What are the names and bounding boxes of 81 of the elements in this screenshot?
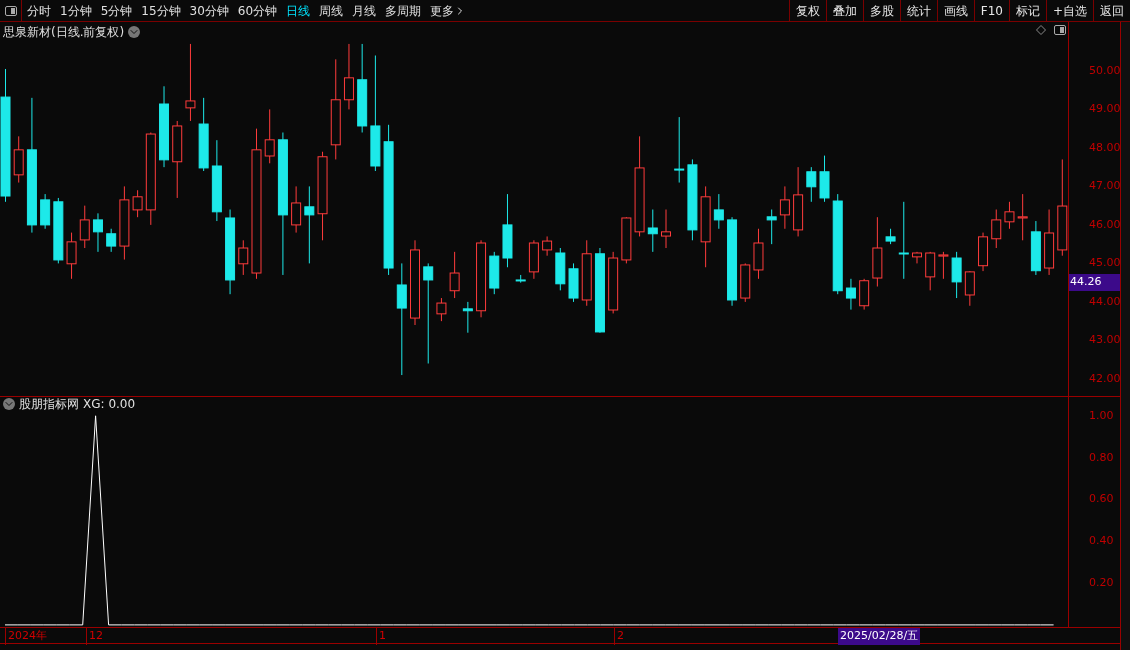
candlestick [132,189,143,218]
candlestick [436,297,447,322]
period-tab[interactable]: 15分钟 [141,1,181,20]
candlestick [1004,201,1015,230]
indicator-axis-label: 1.00 [1089,407,1114,424]
candlestick [238,239,249,276]
panel-toggle-icon[interactable] [1054,25,1066,35]
panel-toggle-icon[interactable] [4,5,17,16]
candlestick [343,43,354,110]
candlestick [396,262,407,376]
chevron-down-icon[interactable] [3,398,15,410]
period-tab[interactable]: 日线 [286,1,311,20]
indicator-axis-label: 0.20 [1089,574,1114,591]
candlestick [661,209,671,249]
candlestick [185,43,196,122]
candlestick [991,209,1002,249]
more-menu[interactable]: 更多 [430,1,467,20]
candlestick [964,270,975,307]
toolbar-button[interactable]: 返回 [1093,0,1130,21]
price-axis-label: 47.00 [1089,178,1121,195]
price-axis-label: 42.00 [1089,370,1121,387]
price-axis-label: 44.00 [1089,293,1121,310]
candlestick [951,251,962,299]
toolbar-button[interactable]: F10 [973,0,1009,21]
candlestick [713,193,724,230]
candlestick [674,116,685,184]
candlestick [845,278,856,311]
toolbar-button[interactable]: 多股 [862,0,900,21]
price-axis-label: 50.00 [1089,62,1121,79]
candlestick [264,108,275,164]
candlestick [462,301,473,334]
candlestick [304,185,315,264]
price-axis-label: 49.00 [1089,101,1121,118]
toolbar-button[interactable]: 统计 [899,0,937,21]
series-name: XG [83,397,101,411]
period-tab[interactable]: 周线 [319,1,344,20]
candlestick [766,209,777,245]
date-axis-label: 2024年 [5,628,47,645]
candlestick [542,235,553,257]
indicator-title: 股朋指标网 [19,397,79,411]
indicator-axis-label: 0.80 [1089,449,1114,466]
candlestick [647,209,658,253]
price-axis-label: 45.00 [1089,255,1121,272]
period-tab[interactable]: 多周期 [385,1,422,20]
toolbar-button[interactable]: 标记 [1008,0,1046,21]
date-axis-label: 1 [376,628,386,645]
period-tab[interactable]: 30分钟 [189,1,229,20]
candlestick [925,251,936,291]
price-axis-label: 48.00 [1089,139,1121,156]
candlestick [938,251,949,280]
current-price-tag: 44.26 [1069,274,1120,291]
candlestick [423,262,434,364]
candlestick [449,251,460,299]
candlestick [1017,193,1028,241]
candlestick [79,205,90,249]
period-tab[interactable]: 5分钟 [100,1,133,20]
price-axis-label: 46.00 [1089,216,1121,233]
candlestick [898,201,909,280]
period-tab[interactable]: 1分钟 [60,1,92,20]
indicator-axis-label: 0.40 [1089,533,1114,549]
candlestick [806,166,817,203]
period-tab[interactable]: 分时 [27,1,51,20]
candlestick [106,228,117,253]
toolbar-button[interactable]: 画线 [936,0,974,21]
candlestick [291,185,302,234]
indicator-axis-label: 0.60 [1089,491,1114,508]
toolbar-button[interactable]: +自选 [1045,0,1093,21]
chevron-down-icon[interactable] [128,26,141,38]
period-tab[interactable]: 月线 [352,1,377,20]
indicator-reading: : 0.00 [100,397,136,411]
cursor-date-label: 2025/02/28/五 [838,628,921,645]
candlestick [779,185,790,230]
price-axis-label: 43.00 [1089,332,1121,349]
chart-title: 思泉新材(日线.前复权) [3,24,125,41]
candlestick [92,212,103,253]
date-axis-label: 12 [86,628,103,645]
toolbar-button[interactable]: 复权 [788,0,826,21]
period-tab[interactable]: 60分钟 [237,1,278,20]
candlestick [66,232,77,280]
date-axis-label: 2 [614,628,624,645]
toolbar-button[interactable]: 叠加 [825,0,863,21]
